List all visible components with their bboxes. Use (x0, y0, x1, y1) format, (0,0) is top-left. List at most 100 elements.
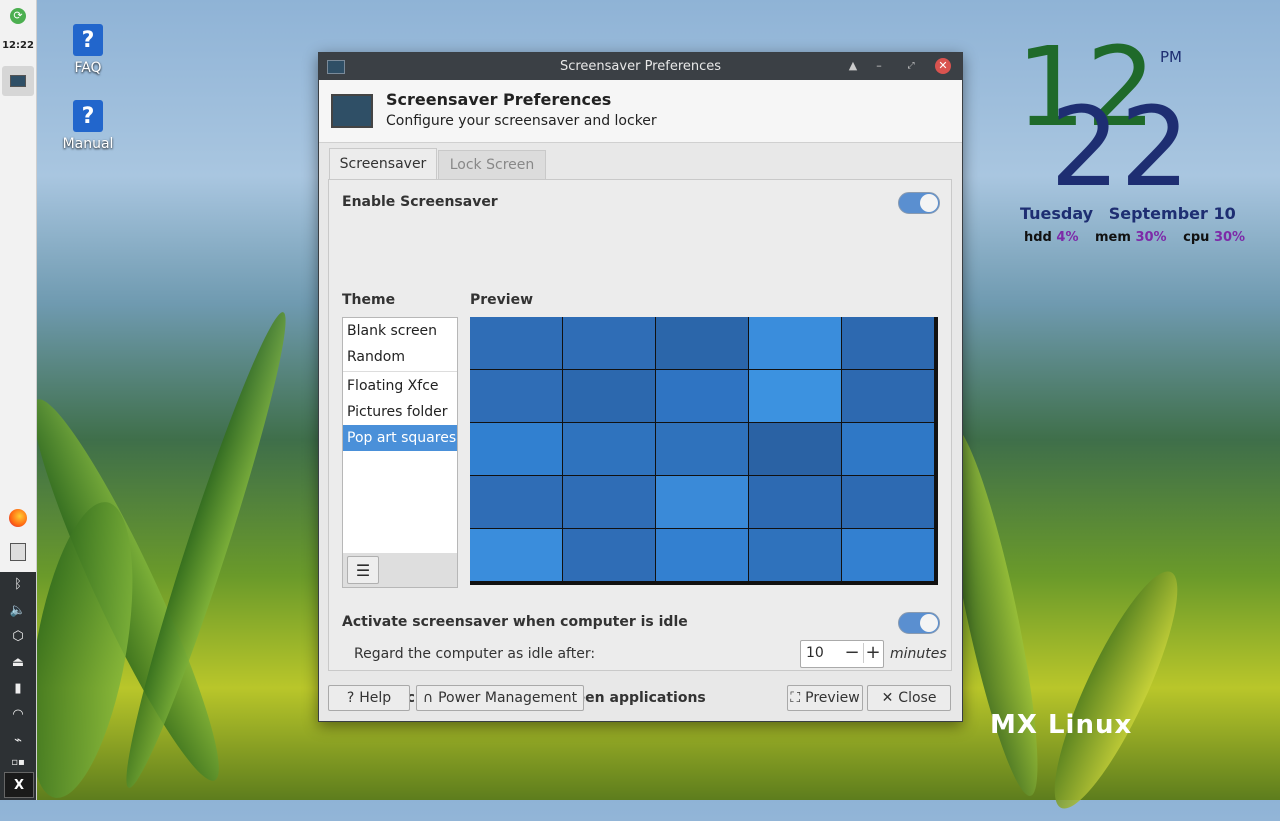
preview-square (563, 370, 655, 422)
preview-button[interactable]: ⛶ Preview (787, 685, 863, 711)
preview-square (842, 423, 934, 475)
header-title: Screensaver Preferences (386, 90, 612, 109)
bluetooth-icon[interactable]: ᛒ (6, 574, 30, 594)
window-titlebar[interactable]: Screensaver Preferences ▲ – ⤢ ✕ (319, 53, 962, 80)
mx-menu-icon[interactable]: X (4, 772, 34, 798)
decrement-icon[interactable]: − (843, 643, 861, 663)
hdd-label: hdd (1024, 230, 1052, 245)
mx-linux-logo: MX Linux (990, 710, 1133, 740)
preview-square (656, 529, 748, 581)
screensaver-preview (470, 317, 938, 585)
panel-clock[interactable]: 12:22 (0, 40, 36, 51)
window-icon[interactable] (2, 66, 34, 96)
theme-item-pop-art-squares[interactable]: Pop art squares (343, 425, 457, 451)
preview-square (842, 370, 934, 422)
preview-square (749, 317, 841, 369)
mem-value: 30% (1135, 230, 1167, 245)
preview-square (656, 476, 748, 528)
hdd-value: 4% (1056, 230, 1079, 245)
tab-screensaver[interactable]: Screensaver (329, 148, 437, 179)
preview-square (842, 529, 934, 581)
enable-screensaver-label: Enable Screensaver (342, 194, 498, 210)
conky-date-text: September 10 (1108, 204, 1236, 223)
theme-item-floating-xfce[interactable]: Floating Xfce (343, 373, 457, 399)
package-icon[interactable]: ⬡ (6, 626, 30, 646)
firefox-icon[interactable] (6, 508, 30, 528)
desktop-icon-manual[interactable]: ? Manual (53, 100, 123, 152)
files-icon[interactable] (6, 542, 30, 562)
conky-date: Tuesday September 10 (1020, 204, 1236, 223)
preview-square (470, 370, 562, 422)
preview-square (563, 423, 655, 475)
power-management-button[interactable]: ∩ Power Management (416, 685, 584, 711)
close-label: Close (898, 690, 937, 706)
preview-square (563, 476, 655, 528)
preview-square (656, 423, 748, 475)
preview-square (656, 317, 748, 369)
close-icon: ✕ (881, 690, 894, 706)
preview-square (470, 529, 562, 581)
volume-icon[interactable]: 🔈 (6, 600, 30, 620)
activate-idle-label: Activate screensaver when computer is id… (342, 614, 688, 630)
preview-square (749, 476, 841, 528)
conky-ampm: PM (1160, 48, 1182, 66)
wifi-icon[interactable]: ◠ (6, 704, 30, 724)
screensaver-preferences-window: Screensaver Preferences ▲ – ⤢ ✕ Screensa… (318, 52, 963, 722)
help-button[interactable]: ? Help (328, 685, 410, 711)
desktop-icon-faq[interactable]: ? FAQ (53, 24, 123, 76)
idle-after-label: Regard the computer as idle after: (354, 646, 596, 662)
maximize-icon[interactable]: ⤢ (903, 58, 919, 74)
desktop-icon[interactable]: ▫▪ (6, 752, 30, 772)
preview-square (470, 317, 562, 369)
updater-icon[interactable]: ⟳ (6, 6, 30, 26)
preview-square (842, 317, 934, 369)
preview-square (749, 423, 841, 475)
theme-list[interactable]: Blank screen Random Floating Xfce Pictur… (342, 317, 458, 555)
tab-lock-screen[interactable]: Lock Screen (438, 150, 546, 179)
close-window-icon[interactable]: ✕ (935, 58, 951, 74)
idle-minutes-value[interactable]: 10 (806, 645, 824, 661)
tab-content: Enable Screensaver Theme Preview Blank s… (328, 179, 952, 710)
idle-minutes-stepper[interactable]: 10 − + (800, 640, 884, 668)
preview-square (470, 423, 562, 475)
headset-icon: ∩ (422, 690, 434, 706)
enable-screensaver-toggle[interactable] (898, 192, 940, 214)
minimize-icon[interactable]: – (871, 58, 887, 74)
shade-icon[interactable]: ▲ (845, 58, 861, 74)
conky-widget: 12 22 PM Tuesday September 10 hdd 4% mem… (1010, 32, 1270, 260)
help-label: Help (359, 690, 392, 706)
preview-square (563, 317, 655, 369)
preview-square (563, 529, 655, 581)
desktop-icon-label: FAQ (74, 60, 102, 76)
theme-item-blank-screen[interactable]: Blank screen (343, 318, 457, 344)
conky-minute: 22 (1050, 83, 1190, 211)
close-button[interactable]: ✕ Close (867, 685, 951, 711)
theme-list-toolbar: ☰ (342, 553, 458, 588)
theme-heading: Theme (342, 292, 396, 308)
clipboard-icon[interactable]: ⌁ (6, 730, 30, 750)
theme-item-random[interactable]: Random (343, 344, 457, 370)
help-icon: ? (73, 100, 103, 132)
cpu-value: 30% (1213, 230, 1246, 245)
activate-idle-toggle[interactable] (898, 612, 940, 634)
theme-item-pictures-folder[interactable]: Pictures folder (343, 399, 457, 425)
dialog-header: Screensaver Preferences Configure your s… (319, 80, 962, 143)
preview-square (749, 529, 841, 581)
preview-square (749, 370, 841, 422)
mem-label: mem (1095, 230, 1131, 245)
conky-stats: hdd 4% mem 30% cpu 30% (1024, 230, 1257, 245)
fullscreen-icon: ⛶ (790, 690, 801, 706)
increment-icon[interactable]: + (863, 643, 882, 663)
preview-square (842, 476, 934, 528)
battery-icon[interactable]: ▮ (6, 678, 30, 698)
eject-icon[interactable]: ⏏ (6, 652, 30, 672)
cpu-label: cpu (1183, 230, 1210, 245)
help-icon: ? (73, 24, 103, 56)
idle-unit-label: minutes (890, 646, 947, 662)
side-panel: ⟳ 12:22 ᛒ 🔈 ⬡ ⏏ ▮ ◠ ⌁ ▫▪ X (0, 0, 37, 800)
screensaver-icon (331, 94, 373, 128)
theme-list-separator (343, 371, 457, 372)
theme-configure-button[interactable]: ☰ (347, 556, 379, 584)
preview-square (656, 370, 748, 422)
list-icon: ☰ (355, 560, 371, 580)
